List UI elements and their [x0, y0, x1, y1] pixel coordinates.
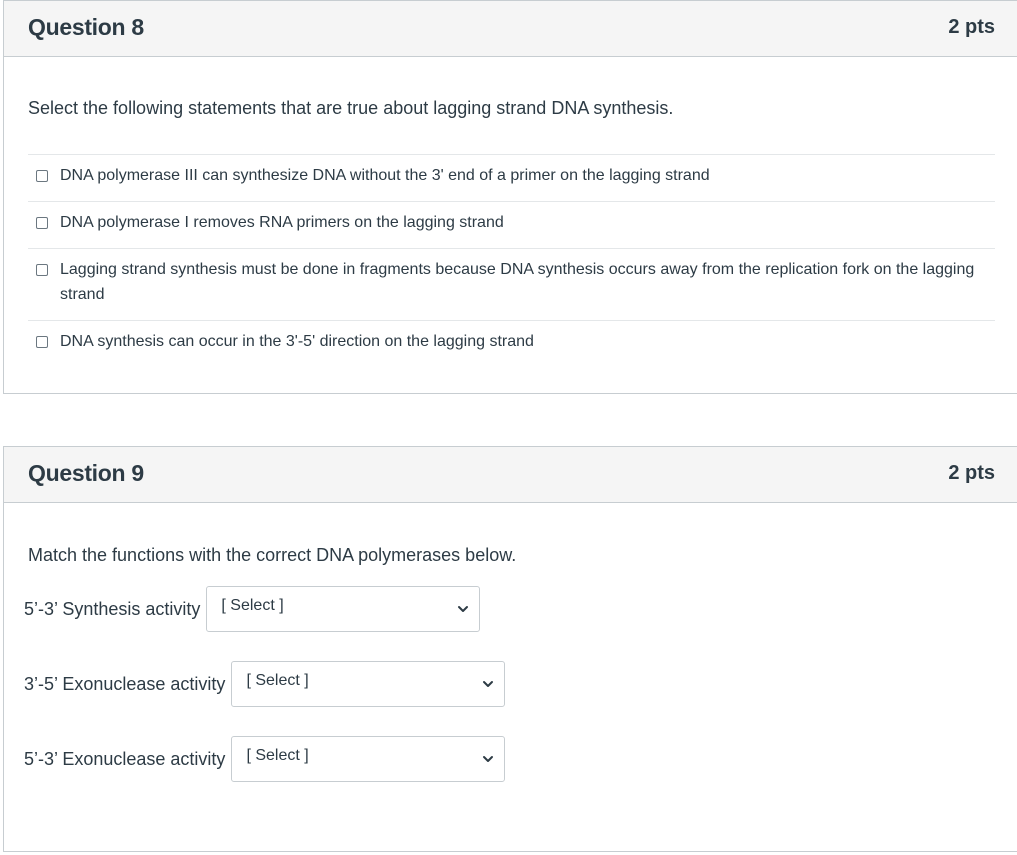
question-prompt: Select the following statements that are… [28, 98, 674, 118]
match-select[interactable]: [ Select ] [206, 586, 481, 632]
answer-label: DNA polymerase III can synthesize DNA wi… [60, 167, 710, 184]
question-header: Question 8 2 pts [4, 1, 1017, 57]
match-label: 3’-5’ Exonuclease activity [24, 673, 226, 694]
question-header: Question 9 2 pts [4, 447, 1017, 503]
answer-option[interactable]: DNA polymerase I removes RNA primers on … [28, 201, 995, 248]
checkbox-icon[interactable] [36, 170, 48, 182]
answer-list: DNA polymerase III can synthesize DNA wi… [28, 154, 995, 367]
answer-label: Lagging strand synthesis must be done in… [60, 261, 975, 303]
question-points: 2 pts [948, 16, 995, 38]
match-row-synthesis: 5’-3’ Synthesis activity [ Select ] [24, 586, 481, 632]
answer-option[interactable]: DNA synthesis can occur in the 3'-5' dir… [28, 320, 995, 367]
match-row-3-5-exonuclease: 3’-5’ Exonuclease activity [ Select ] [24, 661, 506, 707]
answer-label: DNA synthesis can occur in the 3'-5' dir… [60, 333, 534, 350]
checkbox-icon[interactable] [36, 264, 48, 276]
chevron-down-icon [483, 681, 494, 687]
chevron-down-icon [483, 756, 494, 762]
checkbox-icon[interactable] [36, 336, 48, 348]
select-value: [ Select ] [246, 672, 309, 689]
select-value: [ Select ] [246, 747, 309, 764]
question-prompt: Match the functions with the correct DNA… [28, 545, 517, 565]
match-row-5-3-exonuclease: 5’-3’ Exonuclease activity [ Select ] [24, 736, 506, 782]
question-title: Question 8 [28, 14, 144, 40]
question-9: Question 9 2 pts Match the functions wit… [3, 446, 1017, 852]
match-label: 5’-3’ Exonuclease activity [24, 748, 226, 769]
match-select[interactable]: [ Select ] [231, 736, 506, 782]
question-points: 2 pts [948, 462, 995, 484]
select-value: [ Select ] [221, 597, 284, 614]
chevron-down-icon [458, 606, 469, 612]
question-8: Question 8 2 pts Select the following st… [3, 0, 1017, 394]
answer-label: DNA polymerase I removes RNA primers on … [60, 214, 504, 231]
question-title: Question 9 [28, 460, 144, 486]
match-select[interactable]: [ Select ] [231, 661, 506, 707]
answer-option[interactable]: DNA polymerase III can synthesize DNA wi… [28, 154, 995, 201]
match-label: 5’-3’ Synthesis activity [24, 598, 201, 619]
answer-option[interactable]: Lagging strand synthesis must be done in… [28, 248, 995, 320]
checkbox-icon[interactable] [36, 217, 48, 229]
